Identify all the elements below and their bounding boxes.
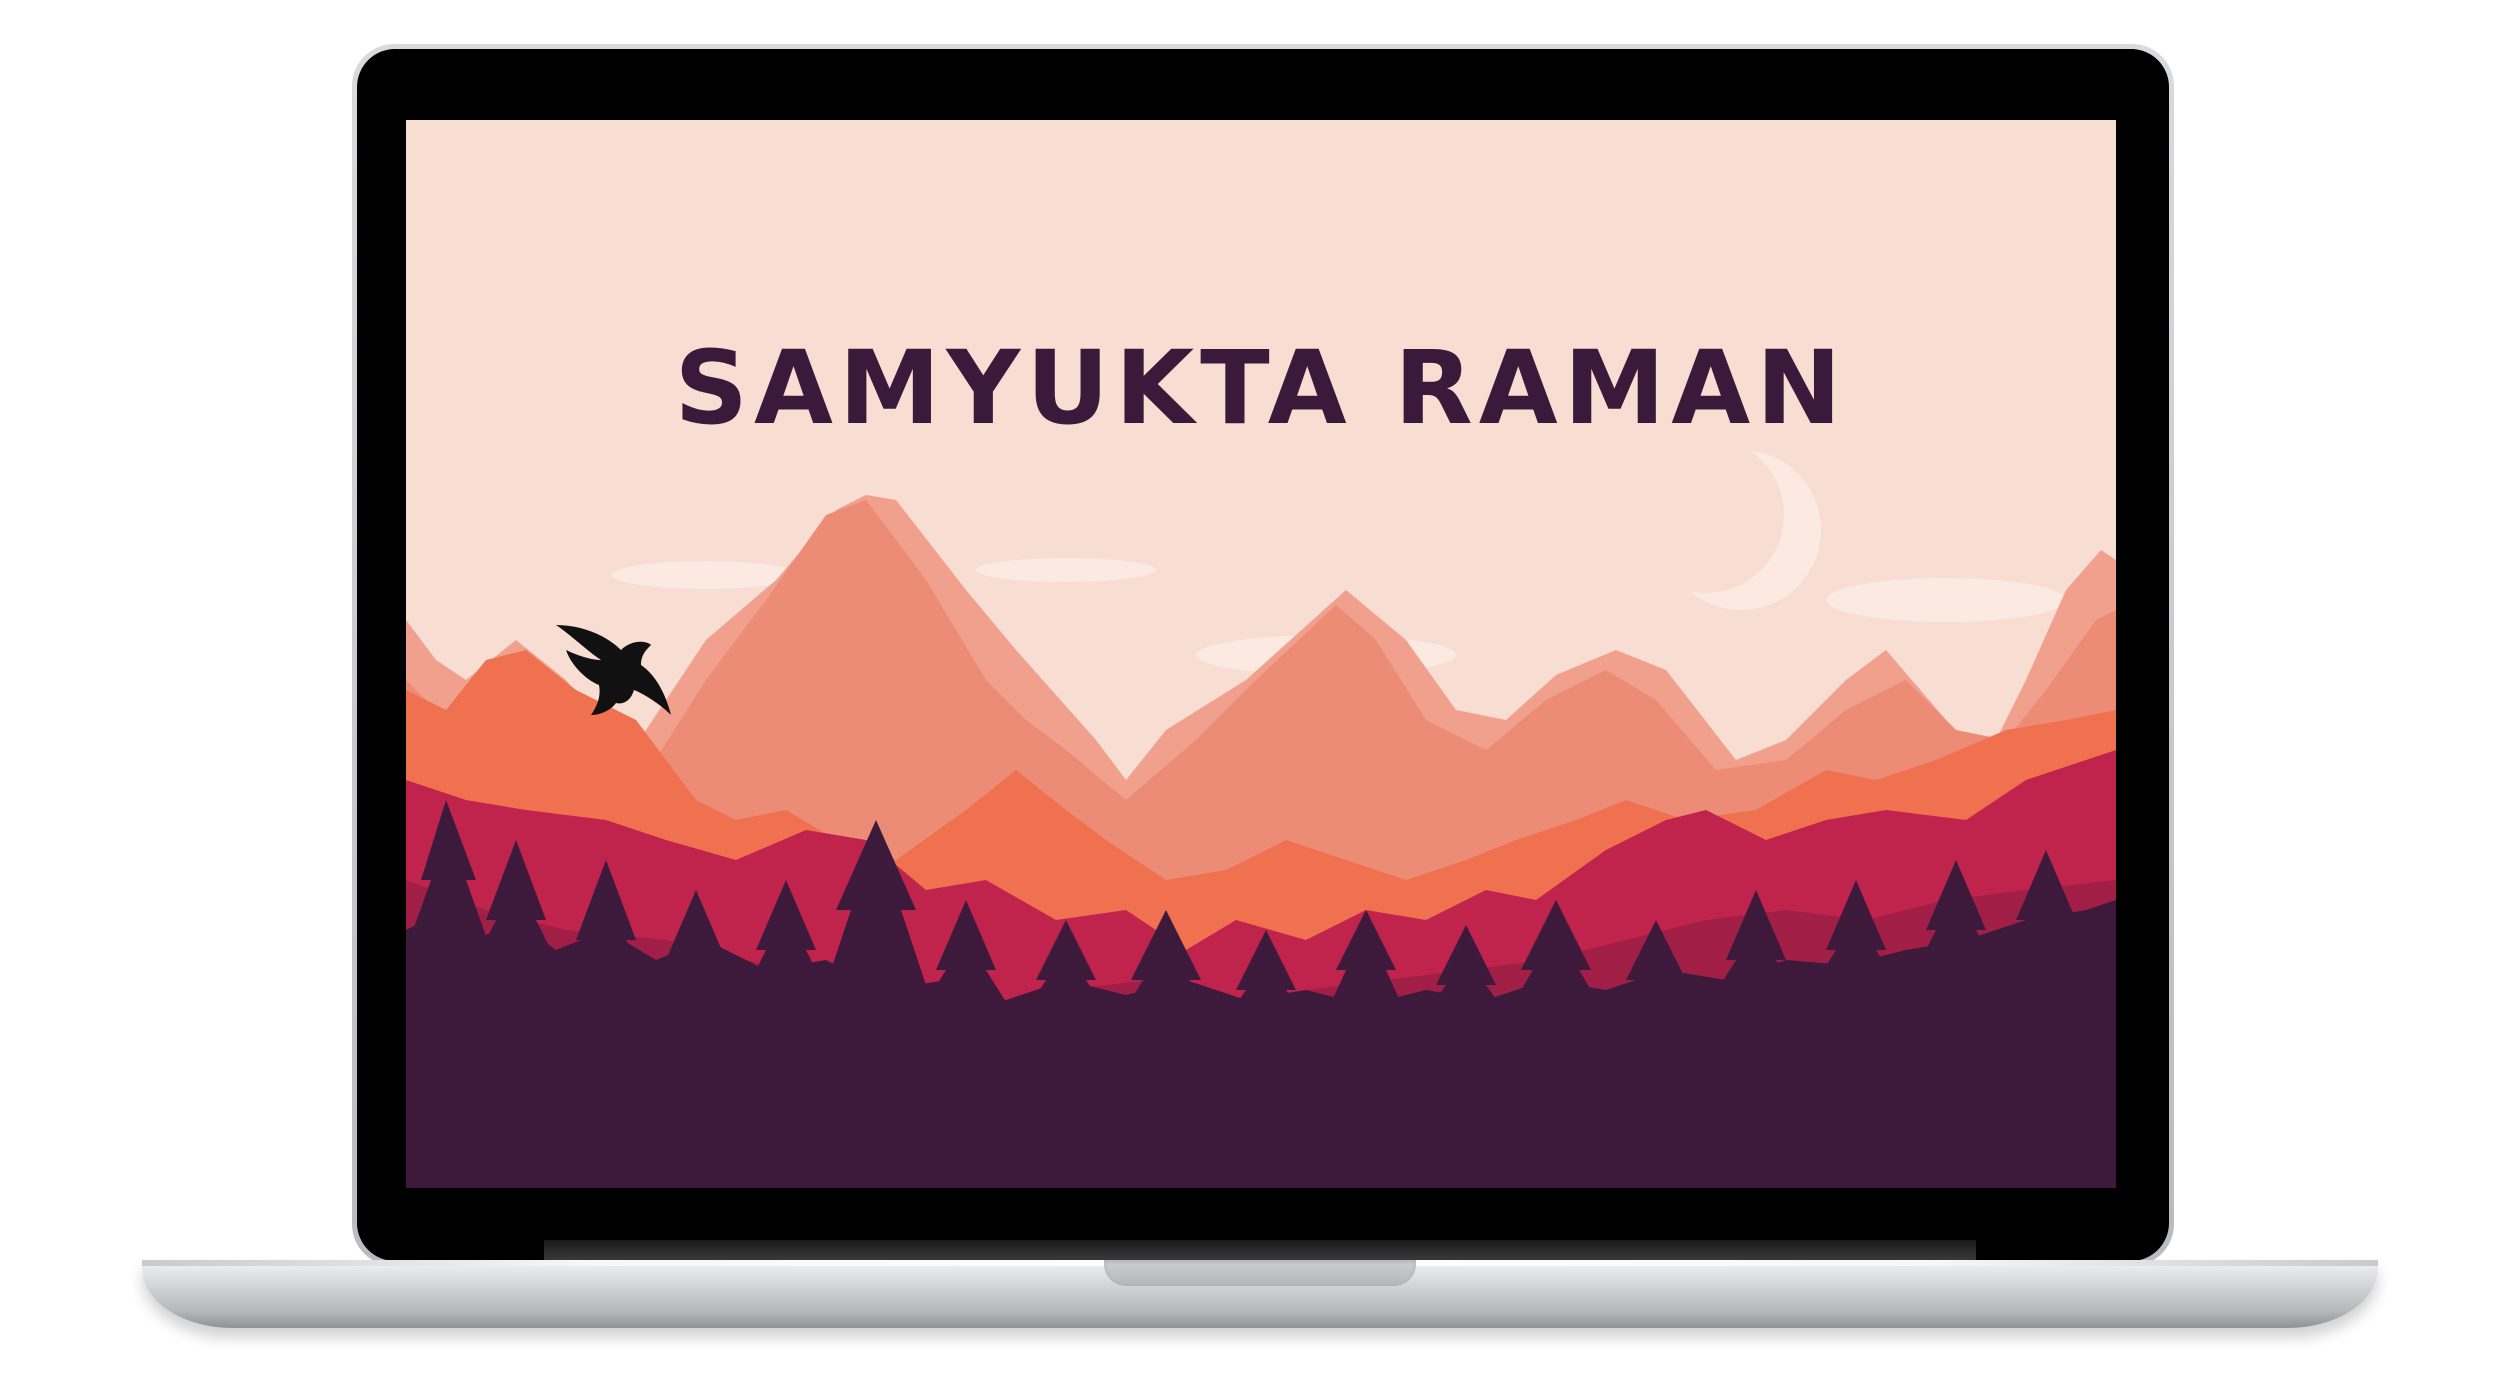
page-title: SAMYUKTA RAMAN xyxy=(674,329,1848,448)
screen: SAMYUKTA RAMAN xyxy=(406,120,2116,1188)
landscape-illustration xyxy=(406,120,2116,1188)
laptop-hinge xyxy=(544,1240,1976,1260)
laptop-mockup: SAMYUKTA RAMAN xyxy=(0,0,2500,1386)
cloud xyxy=(976,558,1156,582)
laptop-notch xyxy=(1104,1260,1416,1286)
cloud xyxy=(1826,578,2066,622)
